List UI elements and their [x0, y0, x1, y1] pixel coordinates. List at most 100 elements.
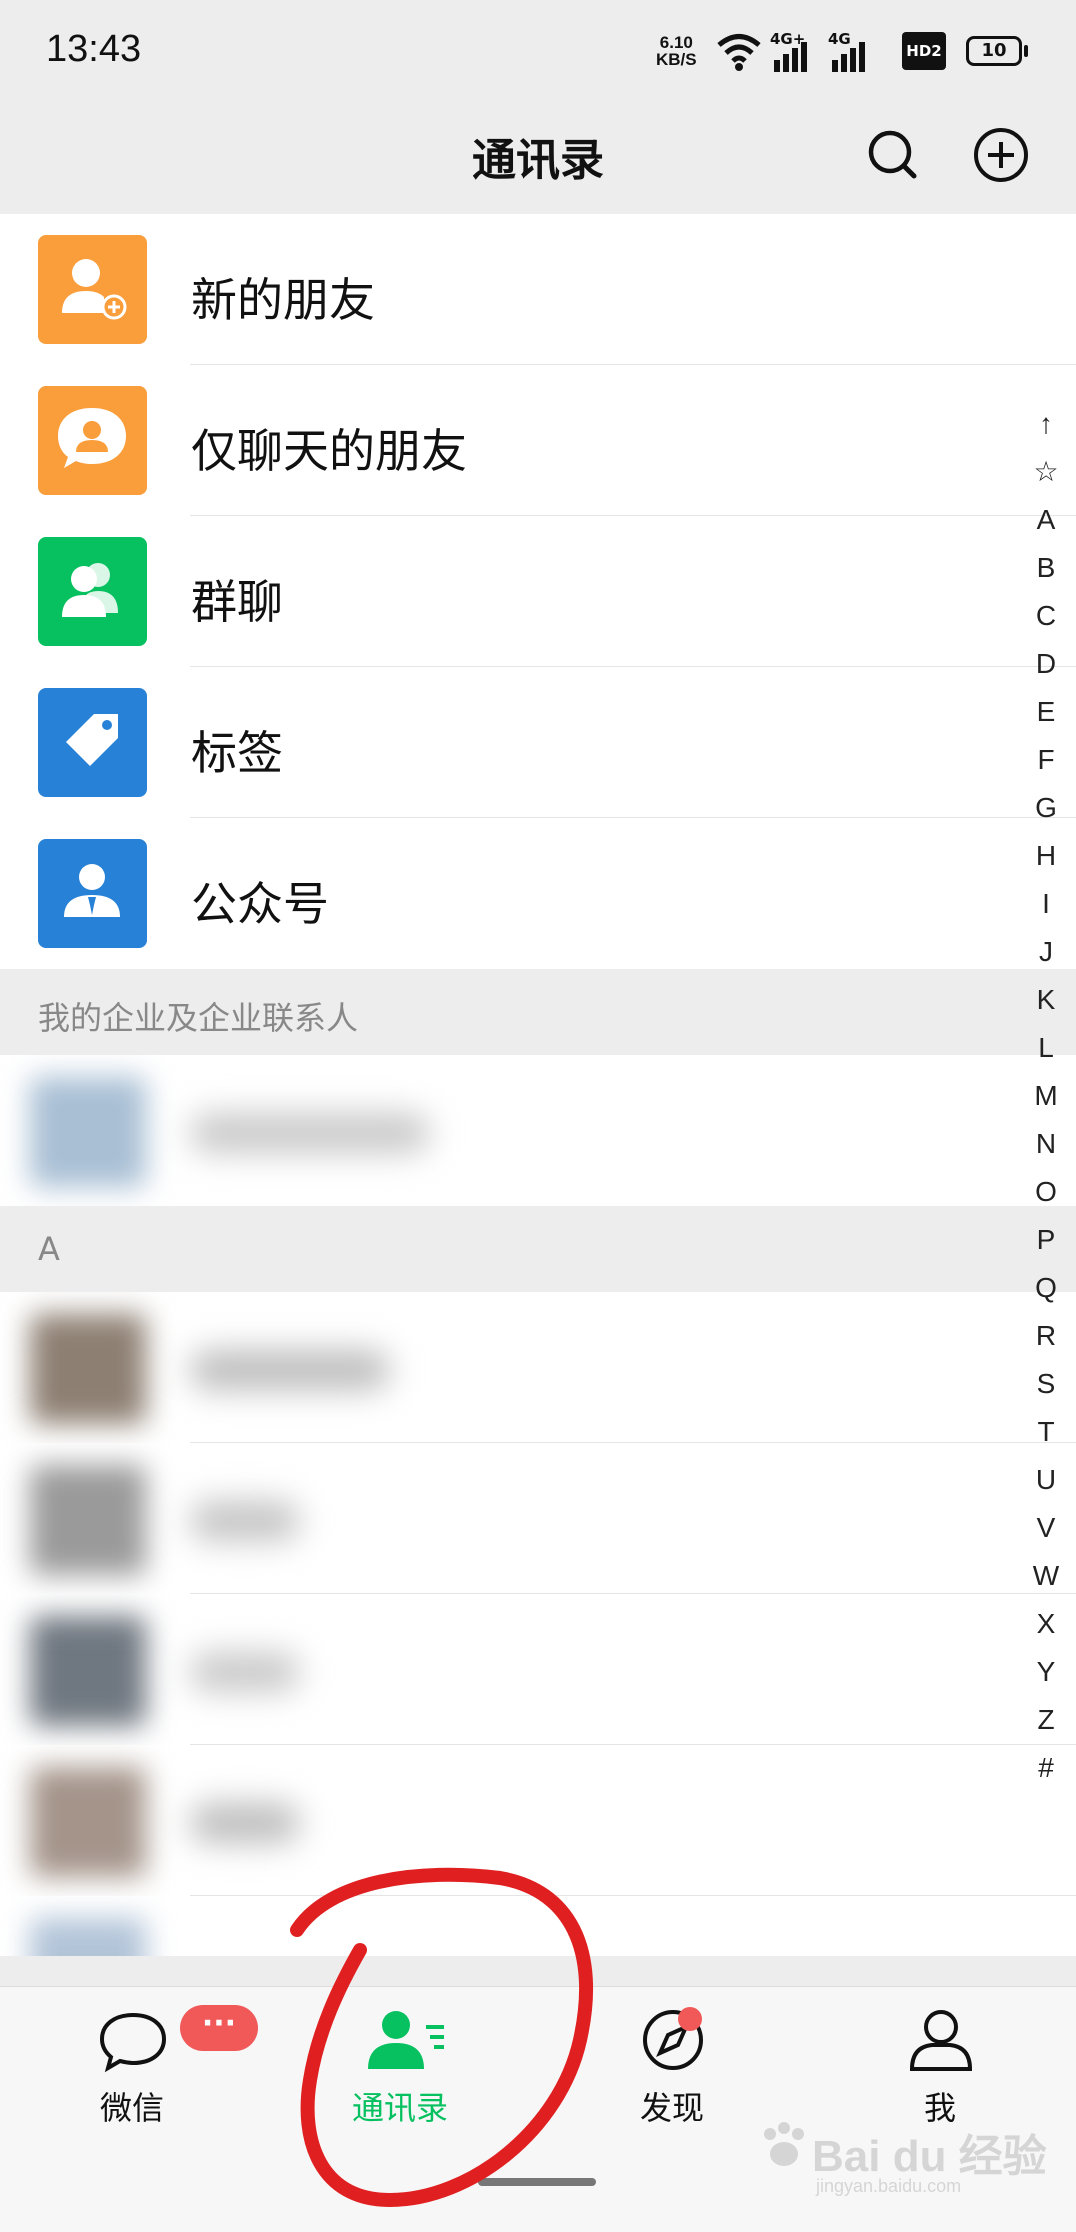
contact-row[interactable]: [0, 1594, 1076, 1745]
index-letter[interactable]: R: [1016, 1312, 1076, 1360]
index-letter[interactable]: G: [1016, 784, 1076, 832]
blurred-name: [190, 1652, 300, 1692]
index-letter[interactable]: X: [1016, 1600, 1076, 1648]
tag-icon: [38, 688, 147, 797]
menu-label: 群聊: [191, 575, 283, 629]
status-bar: 13:43 6.10 KB/S 4G+ 4G HD2 10: [0, 0, 1076, 100]
contacts-icon: [368, 2011, 444, 2069]
index-letter[interactable]: Z: [1016, 1696, 1076, 1744]
search-button[interactable]: [858, 120, 928, 190]
official-account-icon: [38, 839, 147, 948]
index-letter[interactable]: I: [1016, 880, 1076, 928]
contacts-list: 新的朋友 仅聊天的朋友 群聊 标签 公众号 我的企业及企业联系人 A: [0, 214, 1076, 1956]
add-friend-icon: [38, 235, 147, 344]
signal-1-icon: [774, 42, 807, 72]
add-button[interactable]: [966, 120, 1036, 190]
chat-bubble-icon: [99, 2012, 167, 2073]
paw-icon: [764, 2122, 804, 2166]
avatar: [30, 1465, 146, 1575]
tab-contacts[interactable]: 通讯录: [300, 1987, 500, 2147]
battery-icon: 10: [966, 36, 1022, 66]
tab-label: 发现: [639, 2089, 704, 2127]
network-speed-unit: KB/S: [656, 50, 697, 69]
signal-2-icon: [832, 42, 865, 72]
watermark-brand: Bai du 经验: [812, 2132, 1047, 2181]
index-letter[interactable]: U: [1016, 1456, 1076, 1504]
index-letter[interactable]: S: [1016, 1360, 1076, 1408]
index-letter[interactable]: V: [1016, 1504, 1076, 1552]
menu-label: 仅聊天的朋友: [191, 424, 467, 478]
section-title: A: [38, 1230, 60, 1268]
contact-row[interactable]: [0, 1443, 1076, 1594]
index-letter[interactable]: #: [1016, 1744, 1076, 1792]
tab-discover[interactable]: 发现: [572, 1987, 772, 2147]
index-letter[interactable]: O: [1016, 1168, 1076, 1216]
index-letter[interactable]: F: [1016, 736, 1076, 784]
index-letter[interactable]: Y: [1016, 1648, 1076, 1696]
index-letter[interactable]: ☆: [1016, 448, 1076, 496]
blurred-name: [190, 1501, 300, 1541]
menu-tags[interactable]: 标签: [0, 667, 1076, 818]
index-letter[interactable]: K: [1016, 976, 1076, 1024]
index-letter[interactable]: D: [1016, 640, 1076, 688]
avatar: [30, 1918, 146, 1956]
menu-label: 标签: [191, 726, 283, 780]
index-letter[interactable]: A: [1016, 496, 1076, 544]
menu-official-accounts[interactable]: 公众号: [0, 818, 1076, 969]
watermark-logo: Bai du 经验 jingyan.baidu.com: [756, 2112, 1056, 2202]
person-icon: [909, 2010, 973, 2071]
menu-chat-only-friends[interactable]: 仅聊天的朋友: [0, 365, 1076, 516]
avatar: [30, 1077, 146, 1187]
home-indicator[interactable]: [478, 2178, 596, 2186]
enterprise-contact-row[interactable]: [0, 1055, 1076, 1206]
battery-tip: [1024, 45, 1028, 57]
blurred-name: [190, 1803, 300, 1843]
header: 通讯录: [0, 100, 1076, 214]
blurred-name: [190, 1113, 430, 1153]
index-letter[interactable]: ↑: [1016, 400, 1076, 448]
index-letter[interactable]: J: [1016, 928, 1076, 976]
index-letter[interactable]: M: [1016, 1072, 1076, 1120]
network-speed-value: 6.10: [659, 33, 693, 52]
tab-chats[interactable]: ··· 微信: [32, 1987, 258, 2147]
status-time: 13:43: [46, 28, 142, 70]
search-icon: [868, 130, 917, 179]
contact-row[interactable]: [0, 1745, 1076, 1896]
menu-label: 新的朋友: [191, 273, 375, 327]
contact-row[interactable]: [0, 1896, 1076, 1956]
menu-new-friends[interactable]: 新的朋友: [0, 214, 1076, 365]
index-letter[interactable]: C: [1016, 592, 1076, 640]
unread-badge: ···: [180, 2005, 258, 2051]
section-title: 我的企业及企业联系人: [38, 999, 359, 1037]
index-letter[interactable]: L: [1016, 1024, 1076, 1072]
notification-dot: [678, 2007, 702, 2031]
index-letter[interactable]: P: [1016, 1216, 1076, 1264]
avatar: [30, 1767, 146, 1877]
avatar: [30, 1314, 146, 1424]
hd-icon: HD2: [902, 32, 946, 70]
index-letter[interactable]: N: [1016, 1120, 1076, 1168]
section-header-enterprise: 我的企业及企业联系人: [0, 969, 1076, 1055]
status-icons: 6.10 KB/S 4G+ 4G HD2 10: [636, 30, 1076, 74]
blurred-name: [190, 1350, 390, 1390]
plus-circle-icon: [974, 128, 1028, 182]
chat-only-friend-icon: [38, 386, 147, 495]
menu-label: 公众号: [191, 877, 329, 931]
section-header-a: A: [0, 1206, 1076, 1292]
network-speed: 6.10 KB/S: [656, 34, 697, 68]
watermark-url: jingyan.baidu.com: [816, 2176, 962, 2196]
index-letter[interactable]: H: [1016, 832, 1076, 880]
tab-label: 通讯录: [351, 2089, 448, 2127]
group-chat-icon: [38, 537, 147, 646]
index-letter[interactable]: T: [1016, 1408, 1076, 1456]
index-letter[interactable]: W: [1016, 1552, 1076, 1600]
index-letter[interactable]: Q: [1016, 1264, 1076, 1312]
wifi-icon: [717, 34, 761, 71]
alphabet-index[interactable]: ↑ ☆ A B C D E F G H I J K L M N O P Q R S T U V W X Y Z #: [1016, 400, 1076, 1792]
avatar: [30, 1616, 146, 1726]
index-letter[interactable]: B: [1016, 544, 1076, 592]
index-letter[interactable]: E: [1016, 688, 1076, 736]
tab-label: 微信: [99, 2089, 164, 2127]
contact-row[interactable]: [0, 1292, 1076, 1443]
menu-group-chats[interactable]: 群聊: [0, 516, 1076, 667]
